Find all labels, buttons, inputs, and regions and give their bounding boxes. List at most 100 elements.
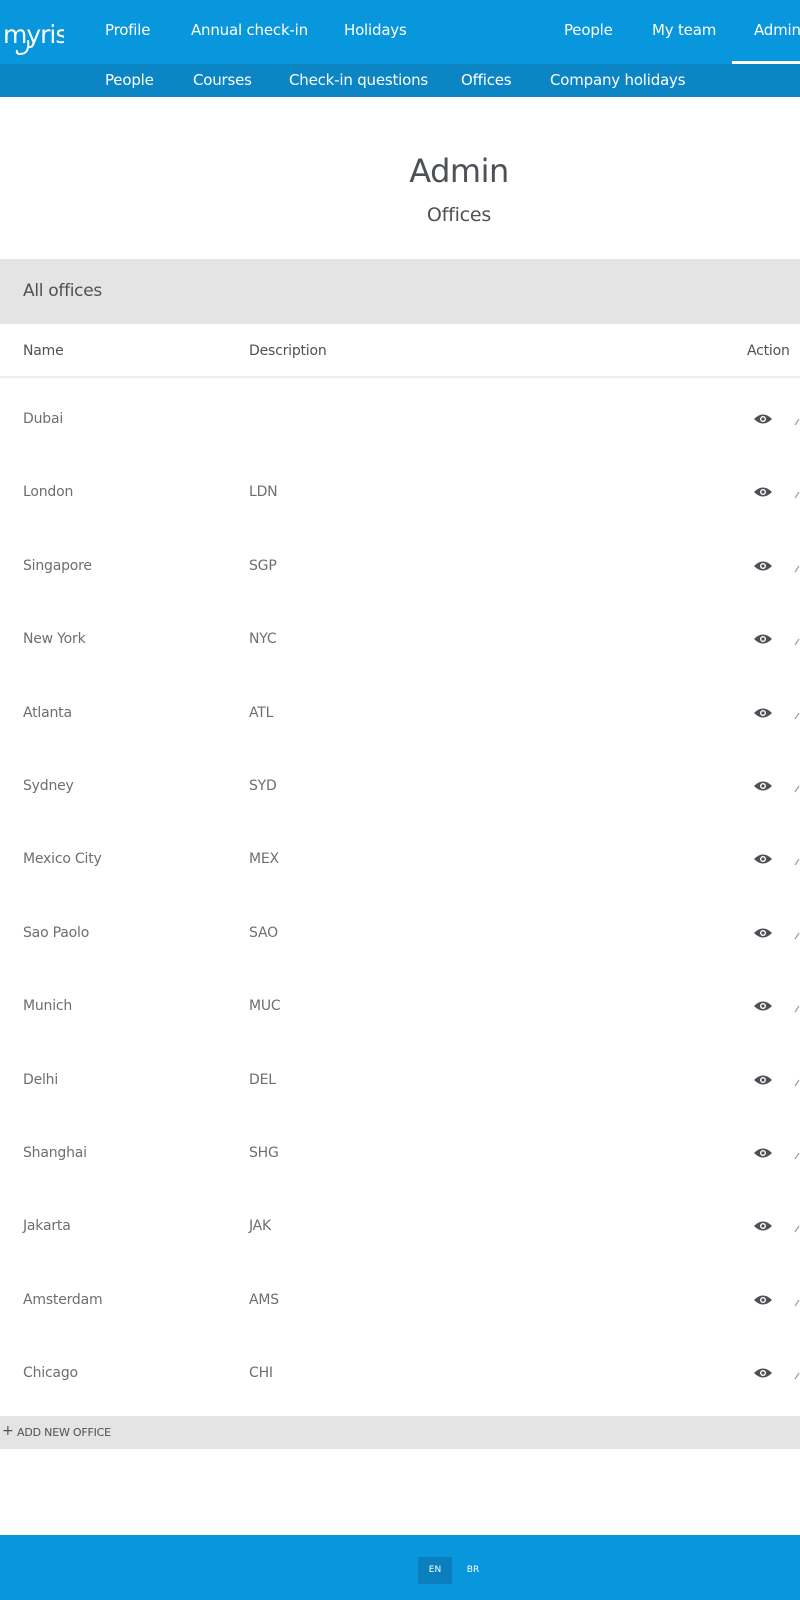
office-name: Singapore bbox=[23, 557, 92, 574]
table-row: Shanghai SHG bbox=[0, 1118, 800, 1191]
eye-icon[interactable] bbox=[753, 413, 773, 425]
office-description: NYC bbox=[249, 631, 277, 648]
nav-people[interactable]: People bbox=[564, 0, 613, 64]
nav-my-team[interactable]: My team bbox=[652, 0, 716, 64]
office-name: Dubai bbox=[23, 411, 64, 427]
edit-icon[interactable] bbox=[794, 712, 800, 720]
nav-profile[interactable]: Profile bbox=[105, 0, 150, 64]
table-row: Delhi DEL bbox=[0, 1045, 800, 1118]
office-description: MUC bbox=[249, 998, 281, 1015]
office-name: Delhi bbox=[23, 1071, 59, 1088]
subnav-courses[interactable]: Courses bbox=[193, 64, 252, 97]
edit-icon[interactable] bbox=[794, 932, 800, 940]
edit-icon[interactable] bbox=[794, 491, 800, 499]
table-row: Dubai bbox=[0, 384, 800, 457]
plus-icon: + bbox=[2, 1423, 14, 1439]
nav-annual-check-in[interactable]: Annual check-in bbox=[191, 0, 308, 64]
office-name: Sao Paolo bbox=[23, 924, 90, 941]
section-header: All offices bbox=[0, 259, 800, 324]
table-row: Mexico City MEX bbox=[0, 824, 800, 897]
office-name: Sydney bbox=[23, 777, 74, 794]
eye-icon[interactable] bbox=[753, 1000, 773, 1012]
office-name: Mexico City bbox=[23, 851, 102, 868]
top-navigation: myris Profile Annual check-in Holidays P… bbox=[0, 0, 800, 64]
table-row: New York NYC bbox=[0, 604, 800, 677]
eye-icon[interactable] bbox=[753, 780, 773, 792]
subnav-people[interactable]: People bbox=[105, 64, 154, 97]
page-subtitle: Offices bbox=[426, 204, 492, 226]
edit-icon[interactable] bbox=[794, 565, 800, 573]
myris-logo[interactable]: myris bbox=[2, 12, 68, 56]
office-name: London bbox=[23, 484, 74, 501]
column-header-description: Description bbox=[249, 343, 327, 359]
column-header-name: Name bbox=[23, 343, 64, 359]
office-name: Shanghai bbox=[23, 1144, 87, 1161]
eye-icon[interactable] bbox=[753, 486, 773, 498]
office-description: DEL bbox=[249, 1071, 276, 1088]
subnav-company-holidays[interactable]: Company holidays bbox=[550, 64, 686, 97]
office-description: SHG bbox=[249, 1144, 279, 1161]
office-name: Chicago bbox=[23, 1365, 78, 1382]
office-description: LDN bbox=[249, 484, 278, 501]
office-description: JAK bbox=[249, 1218, 272, 1235]
office-description: CHI bbox=[249, 1365, 273, 1382]
add-new-office-label: ADD NEW OFFICE bbox=[17, 1426, 111, 1439]
column-header-action: Action bbox=[747, 343, 790, 359]
office-description: ATL bbox=[249, 704, 274, 721]
table-row: Sydney SYD bbox=[0, 751, 800, 824]
office-description: SYD bbox=[249, 777, 277, 794]
nav-admin[interactable]: Admin bbox=[732, 0, 800, 64]
edit-icon[interactable] bbox=[794, 1225, 800, 1233]
office-description: SAO bbox=[249, 924, 278, 941]
logo-mark: myris bbox=[3, 20, 68, 56]
office-name: Munich bbox=[23, 998, 73, 1015]
edit-icon[interactable] bbox=[794, 858, 800, 866]
edit-icon[interactable] bbox=[794, 1299, 800, 1307]
table-row: Singapore SGP bbox=[0, 531, 800, 604]
office-name: Atlanta bbox=[23, 704, 72, 721]
footer: EN BR bbox=[0, 1535, 800, 1600]
eye-icon[interactable] bbox=[753, 1220, 773, 1232]
add-new-office-button[interactable]: + ADD NEW OFFICE bbox=[0, 1416, 800, 1449]
subnav-offices[interactable]: Offices bbox=[461, 64, 512, 97]
table-row: Jakarta JAK bbox=[0, 1191, 800, 1264]
eye-icon[interactable] bbox=[753, 1147, 773, 1159]
nav-holidays[interactable]: Holidays bbox=[344, 0, 407, 64]
language-en-button[interactable]: EN bbox=[418, 1557, 452, 1584]
office-name: New York bbox=[23, 631, 86, 648]
table-header: Name Description Action bbox=[0, 324, 800, 378]
office-description: SGP bbox=[249, 557, 277, 574]
language-br-button[interactable]: BR bbox=[456, 1557, 490, 1584]
edit-icon[interactable] bbox=[794, 785, 800, 793]
edit-icon[interactable] bbox=[794, 1372, 800, 1380]
edit-icon[interactable] bbox=[794, 418, 800, 426]
subnav-check-in-questions[interactable]: Check-in questions bbox=[289, 64, 428, 97]
office-name: Amsterdam bbox=[23, 1291, 103, 1308]
eye-icon[interactable] bbox=[753, 1367, 773, 1379]
eye-icon[interactable] bbox=[753, 1294, 773, 1306]
table-row: Chicago CHI bbox=[0, 1338, 800, 1411]
office-name: Jakarta bbox=[23, 1218, 71, 1235]
edit-icon[interactable] bbox=[794, 1079, 800, 1087]
admin-subnavigation: People Courses Check-in questions Office… bbox=[0, 64, 800, 97]
table-row: Munich MUC bbox=[0, 971, 800, 1044]
table-row: Sao Paolo SAO bbox=[0, 898, 800, 971]
svg-text:myris: myris bbox=[3, 20, 64, 49]
section-title: All offices bbox=[23, 281, 102, 301]
edit-icon[interactable] bbox=[794, 1005, 800, 1013]
offices-table-body: Dubai London LDN Singapore SGP New York NYC Atl… bbox=[0, 384, 800, 1411]
page-title: Admin bbox=[409, 152, 509, 190]
office-description: AMS bbox=[249, 1291, 279, 1308]
table-row: Amsterdam AMS bbox=[0, 1265, 800, 1338]
eye-icon[interactable] bbox=[753, 707, 773, 719]
eye-icon[interactable] bbox=[753, 560, 773, 572]
edit-icon[interactable] bbox=[794, 1152, 800, 1160]
table-row: Atlanta ATL bbox=[0, 678, 800, 751]
edit-icon[interactable] bbox=[794, 638, 800, 646]
eye-icon[interactable] bbox=[753, 927, 773, 939]
eye-icon[interactable] bbox=[753, 1074, 773, 1086]
eye-icon[interactable] bbox=[753, 853, 773, 865]
eye-icon[interactable] bbox=[753, 633, 773, 645]
table-row: London LDN bbox=[0, 457, 800, 530]
office-description: MEX bbox=[249, 851, 279, 868]
